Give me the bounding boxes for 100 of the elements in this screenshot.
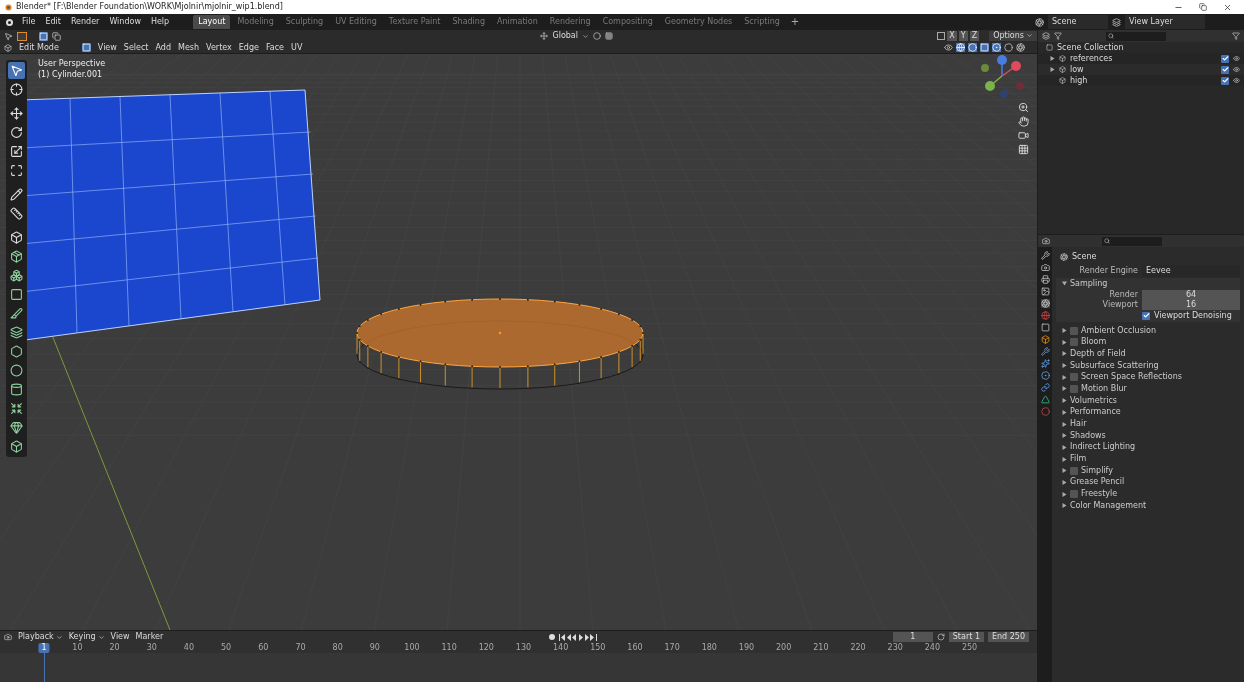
menu-item[interactable]: View bbox=[97, 43, 117, 52]
panel-header[interactable]: Subsurface Scattering bbox=[1056, 359, 1240, 372]
menu-item[interactable]: Playback bbox=[18, 633, 63, 641]
menu-item[interactable]: Help bbox=[148, 18, 172, 26]
playhead-frame[interactable]: 1 bbox=[38, 643, 50, 653]
menu-item[interactable]: Window bbox=[107, 18, 143, 26]
scene-field[interactable]: Scene bbox=[1048, 15, 1108, 29]
panel-header[interactable]: Bloom bbox=[1056, 336, 1240, 349]
panel-title: Motion Blur bbox=[1081, 384, 1127, 393]
frame-number: 200 bbox=[776, 644, 792, 652]
panel-title: Simplify bbox=[1081, 466, 1114, 475]
menu-item[interactable]: Render bbox=[68, 18, 102, 26]
options-dropdown[interactable]: Options bbox=[989, 30, 1037, 41]
object-name-label: (1) Cylinder.001 bbox=[38, 71, 104, 79]
menu-item[interactable]: View bbox=[110, 633, 130, 641]
frame-number: 210 bbox=[813, 644, 829, 652]
panel-header[interactable]: Sampling bbox=[1056, 278, 1240, 290]
frame-number: 10 bbox=[72, 644, 83, 652]
panel-title: Ambient Occlusion bbox=[1081, 326, 1156, 335]
panel-header[interactable]: Freestyle bbox=[1056, 488, 1240, 500]
workspace-tab[interactable]: Layout bbox=[193, 15, 231, 29]
axis-toggle[interactable]: X bbox=[947, 30, 957, 41]
transform-orientation-dropdown[interactable]: Global bbox=[552, 32, 578, 40]
panel-title: Color Management bbox=[1070, 501, 1147, 510]
panel-header[interactable]: Volumetrics bbox=[1056, 394, 1240, 407]
workspace-tab[interactable]: Modeling bbox=[232, 15, 279, 29]
menu-item[interactable]: Vertex bbox=[206, 43, 232, 52]
workspace-tab[interactable]: Geometry Nodes bbox=[659, 15, 738, 29]
menu-item[interactable]: Edge bbox=[238, 43, 259, 52]
field-label: Render Engine bbox=[1078, 267, 1138, 275]
workspace-tab[interactable]: Shading bbox=[447, 15, 490, 29]
frame-number: 70 bbox=[295, 644, 306, 652]
workspace-tab[interactable]: Scripting bbox=[739, 15, 785, 29]
panel-header[interactable]: Film bbox=[1056, 453, 1240, 465]
frame-number: 50 bbox=[221, 644, 232, 652]
mode-dropdown[interactable]: Edit Mode bbox=[19, 43, 75, 52]
panel-title: Sampling bbox=[1070, 279, 1108, 288]
3d-viewport[interactable]: User Perspective (1) Cylinder.001 bbox=[0, 54, 1037, 630]
menu-item[interactable]: Edit bbox=[43, 18, 63, 26]
panel-title: Performance bbox=[1070, 408, 1121, 417]
panel-title: Shadows bbox=[1070, 431, 1106, 440]
workspace-tab[interactable]: Texture Paint bbox=[383, 15, 446, 29]
number-field[interactable]: 64 bbox=[1142, 289, 1240, 300]
start-frame-field[interactable]: Start 1 bbox=[948, 632, 984, 642]
menu-item[interactable]: Marker bbox=[135, 633, 164, 641]
frame-number: 150 bbox=[590, 644, 606, 652]
frame-number: 160 bbox=[627, 644, 643, 652]
panel-header[interactable]: Shadows bbox=[1056, 429, 1240, 442]
view-layer-field[interactable]: View Layer bbox=[1125, 15, 1205, 29]
frame-number: 240 bbox=[924, 644, 940, 652]
panel-header[interactable]: Ambient Occlusion bbox=[1056, 324, 1240, 337]
field-label: Render bbox=[1108, 290, 1138, 299]
number-field[interactable]: 16 bbox=[1142, 299, 1240, 310]
axis-toggle[interactable]: Y bbox=[958, 30, 968, 41]
menu-item[interactable]: Add bbox=[155, 43, 171, 52]
frame-number: 170 bbox=[664, 644, 680, 652]
menu-item[interactable]: Face bbox=[265, 43, 285, 52]
frame-number: 180 bbox=[701, 644, 717, 652]
window-title: Blender* [F:\Blender Foundation\WORK\Mjolnir\mjolnir_wip1.blend] bbox=[16, 3, 283, 11]
panel-title: Bloom bbox=[1081, 338, 1107, 347]
frame-number: 220 bbox=[850, 644, 866, 652]
field-label: Viewport bbox=[1101, 300, 1138, 309]
panel-title: Screen Space Reflections bbox=[1081, 373, 1182, 382]
menu-item[interactable]: File bbox=[20, 18, 38, 26]
panel-header[interactable]: Motion Blur bbox=[1056, 383, 1240, 395]
workspace-tab[interactable]: Sculpting bbox=[280, 15, 329, 29]
panel-header[interactable]: Color Management bbox=[1056, 500, 1240, 512]
end-frame-field[interactable]: End 250 bbox=[987, 632, 1029, 642]
panel-header[interactable]: Hair bbox=[1056, 418, 1240, 430]
panel-header[interactable]: Grease Pencil bbox=[1056, 476, 1240, 489]
outliner-item[interactable]: references bbox=[1070, 54, 1113, 63]
panel-header[interactable]: Performance bbox=[1056, 406, 1240, 419]
panel-header[interactable]: Screen Space Reflections bbox=[1056, 371, 1240, 384]
frame-number: 230 bbox=[887, 644, 903, 652]
view-name-label: User Perspective bbox=[38, 60, 106, 68]
frame-number: 250 bbox=[961, 644, 978, 652]
panel-title: Grease Pencil bbox=[1070, 478, 1125, 487]
workspace-tab[interactable]: UV Editing bbox=[330, 15, 382, 29]
outliner-item[interactable]: Scene Collection bbox=[1057, 43, 1124, 52]
panel-header[interactable]: Depth of Field bbox=[1056, 348, 1240, 360]
axis-toggle[interactable]: Z bbox=[969, 30, 980, 41]
frame-number: 100 bbox=[404, 644, 420, 652]
panel-title: Volumetrics bbox=[1070, 396, 1117, 405]
panel-header[interactable]: Indirect Lighting bbox=[1056, 441, 1240, 454]
menu-item[interactable]: UV bbox=[291, 43, 303, 52]
current-frame-field[interactable]: 1 bbox=[892, 632, 933, 642]
add-workspace-button[interactable]: + bbox=[786, 17, 804, 27]
frame-number: 20 bbox=[109, 644, 120, 652]
menu-item[interactable]: Keying bbox=[68, 633, 105, 641]
frame-number: 110 bbox=[441, 644, 457, 652]
panel-header[interactable]: Simplify bbox=[1056, 464, 1240, 477]
frame-number: 130 bbox=[515, 644, 532, 652]
panel-title: Film bbox=[1070, 455, 1087, 464]
workspace-tab[interactable]: Rendering bbox=[544, 15, 596, 29]
outliner-item[interactable]: low bbox=[1070, 65, 1084, 74]
workspace-tab[interactable]: Compositing bbox=[597, 15, 658, 29]
menu-item[interactable]: Select bbox=[123, 43, 149, 52]
outliner-item[interactable]: high bbox=[1070, 76, 1088, 85]
workspace-tab[interactable]: Animation bbox=[492, 15, 543, 29]
menu-item[interactable]: Mesh bbox=[178, 43, 200, 52]
